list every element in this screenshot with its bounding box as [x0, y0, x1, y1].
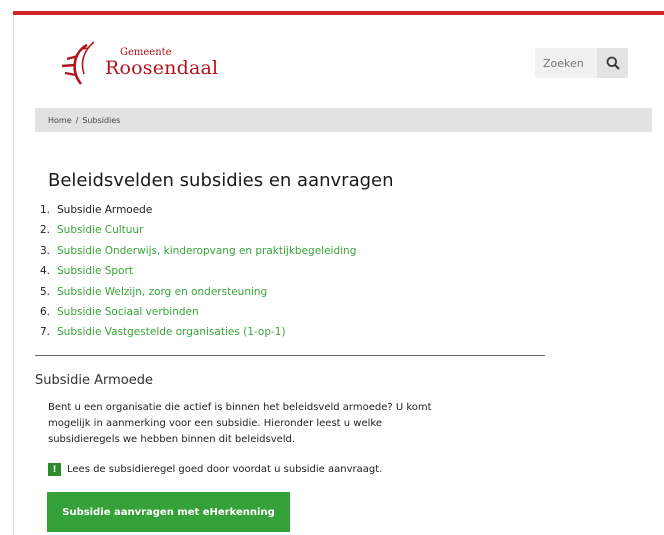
search-icon — [606, 56, 620, 70]
list-item: 3. Subsidie Onderwijs, kinderopvang en pr… — [40, 241, 356, 261]
section-intro: Bent u een organisatie die actief is bin… — [48, 402, 432, 445]
field-link-sociaal-verbinden[interactable]: Subsidie Sociaal verbinden — [57, 306, 199, 318]
exclamation-icon: ! — [48, 463, 61, 476]
breadcrumb-current: Subsidies — [82, 115, 121, 125]
notice: ! Lees de subsidieregel goed door voorda… — [48, 463, 382, 476]
apply-eherkenning-button[interactable]: Subsidie aanvragen met eHerkenning — [47, 492, 290, 532]
list-item: 4. Subsidie Sport — [40, 261, 356, 281]
policy-field-list: 1. Subsidie Armoede 2. Subsidie Cultuur 3.… — [40, 200, 356, 343]
list-item: 2. Subsidie Cultuur — [40, 220, 356, 240]
list-item: 5. Subsidie Welzijn, zorg en ondersteunin… — [40, 282, 356, 302]
breadcrumb: Home / Subsidies — [35, 108, 652, 132]
search-button[interactable] — [597, 48, 628, 78]
list-item: 7. Subsidie Vastgestelde organisaties (1-… — [40, 322, 356, 342]
list-number: 1. — [40, 204, 51, 216]
breadcrumb-separator: / — [75, 115, 79, 125]
breadcrumb-home[interactable]: Home — [48, 116, 72, 125]
field-link-vastgestelde-organisaties[interactable]: Subsidie Vastgestelde organisaties (1-op… — [57, 326, 286, 338]
list-number: 2. — [40, 224, 51, 237]
list-item: 1. Subsidie Armoede — [40, 200, 356, 220]
list-item: 6. Subsidie Sociaal verbinden — [40, 302, 356, 322]
field-link-welzijn[interactable]: Subsidie Welzijn, zorg en ondersteuning — [57, 286, 267, 298]
list-number: 3. — [40, 244, 51, 257]
logo-title: Roosendaal — [105, 57, 219, 79]
section-heading: Subsidie Armoede — [35, 373, 153, 388]
field-link-sport[interactable]: Subsidie Sport — [57, 265, 133, 277]
field-link-cultuur[interactable]: Subsidie Cultuur — [57, 224, 143, 236]
page-border — [13, 15, 14, 535]
notice-text: Lees de subsidieregel goed door voordat … — [67, 464, 383, 475]
list-number: 4. — [40, 265, 51, 278]
list-number: 7. — [40, 326, 51, 339]
search-box — [535, 48, 628, 78]
list-number: 5. — [40, 285, 51, 298]
top-accent-bar — [13, 11, 664, 15]
list-number: 6. — [40, 305, 51, 318]
field-link-armoede[interactable]: Subsidie Armoede — [57, 204, 152, 216]
page-title: Beleidsvelden subsidies en aanvragen — [48, 170, 394, 191]
site-logo[interactable]: Gemeente Roosendaal — [57, 40, 219, 88]
section-divider — [35, 355, 545, 356]
search-input[interactable] — [535, 48, 597, 78]
logo-mark-icon — [61, 41, 95, 85]
field-link-onderwijs[interactable]: Subsidie Onderwijs, kinderopvang en prak… — [57, 245, 356, 257]
